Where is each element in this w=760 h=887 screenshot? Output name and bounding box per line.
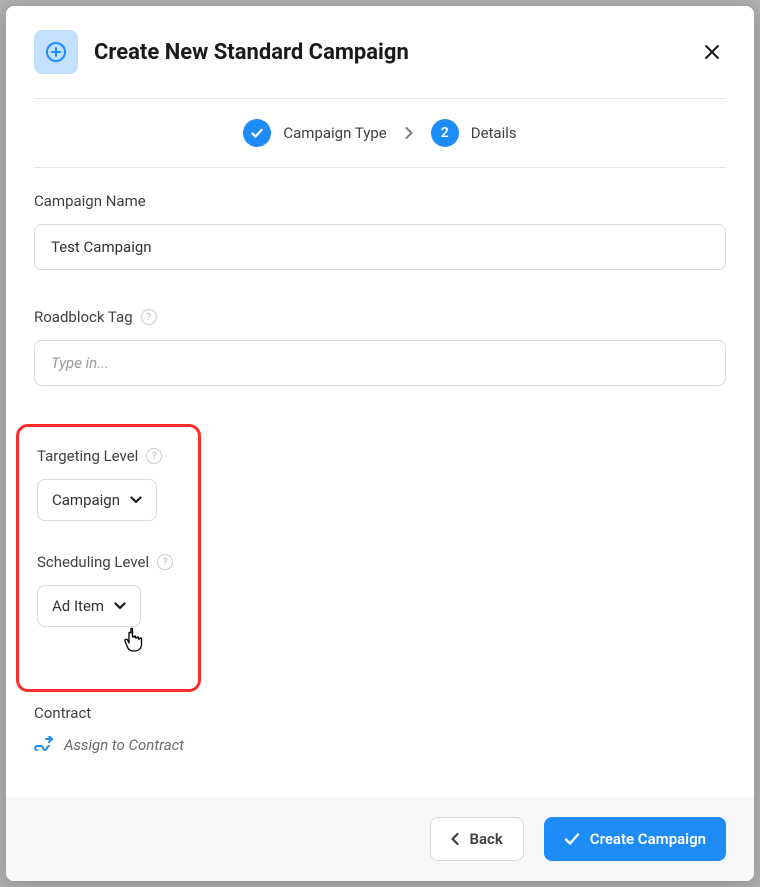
step-label: Details [471, 124, 517, 142]
help-icon[interactable]: ? [157, 554, 173, 570]
button-label: Back [469, 830, 502, 848]
help-icon[interactable]: ? [141, 309, 157, 325]
campaign-name-input[interactable] [34, 224, 726, 270]
scheduling-level-label: Scheduling Level ? [37, 553, 180, 571]
campaign-name-field: Campaign Name [34, 192, 726, 270]
modal-header: Create New Standard Campaign [6, 6, 754, 98]
targeting-level-field: Targeting Level ? Campaign [37, 447, 180, 521]
field-label-text: Targeting Level [37, 447, 138, 465]
field-label-text: Roadblock Tag [34, 308, 133, 326]
step-campaign-type[interactable]: Campaign Type [243, 119, 386, 147]
roadblock-tag-input[interactable] [34, 340, 726, 386]
step-done-icon [243, 119, 271, 147]
scheduling-level-select[interactable]: Ad Item [37, 585, 141, 627]
contract-field: Contract Assign to Contract [34, 704, 726, 758]
highlight-annotation: Targeting Level ? Campaign Scheduling Le… [16, 424, 201, 692]
check-icon [564, 832, 580, 846]
pointer-cursor-icon [123, 627, 145, 653]
targeting-level-select[interactable]: Campaign [37, 479, 157, 521]
chevron-down-icon [114, 602, 126, 610]
campaign-name-label: Campaign Name [34, 192, 726, 210]
modal-footer: Back Create Campaign [6, 797, 754, 881]
field-label-text: Scheduling Level [37, 553, 149, 571]
chevron-down-icon [130, 496, 142, 504]
assign-contract-icon [34, 736, 54, 754]
roadblock-tag-field: Roadblock Tag ? [34, 308, 726, 386]
select-value: Campaign [52, 491, 120, 509]
step-label: Campaign Type [283, 124, 386, 142]
step-details[interactable]: 2 Details [431, 119, 517, 147]
scheduling-level-field: Scheduling Level ? Ad Item [37, 553, 180, 627]
roadblock-tag-label: Roadblock Tag ? [34, 308, 726, 326]
select-value: Ad Item [52, 597, 104, 615]
assign-to-contract-link[interactable]: Assign to Contract [34, 736, 184, 754]
back-button[interactable]: Back [430, 817, 523, 861]
stepper: Campaign Type 2 Details [6, 99, 754, 167]
button-label: Create Campaign [590, 830, 706, 848]
close-button[interactable] [698, 38, 726, 66]
contract-link-text: Assign to Contract [64, 736, 184, 754]
targeting-level-label: Targeting Level ? [37, 447, 180, 465]
chevron-right-icon [405, 127, 413, 139]
step-number-icon: 2 [431, 119, 459, 147]
close-icon [704, 44, 720, 60]
contract-label: Contract [34, 704, 726, 722]
create-campaign-modal: Create New Standard Campaign Campaign Ty… [6, 6, 754, 881]
modal-body: Campaign Name Roadblock Tag ? Targeting … [6, 168, 754, 797]
create-campaign-button[interactable]: Create Campaign [544, 817, 726, 861]
campaign-plus-icon [34, 30, 78, 74]
chevron-left-icon [451, 833, 459, 845]
help-icon[interactable]: ? [146, 448, 162, 464]
modal-title: Create New Standard Campaign [94, 40, 698, 65]
